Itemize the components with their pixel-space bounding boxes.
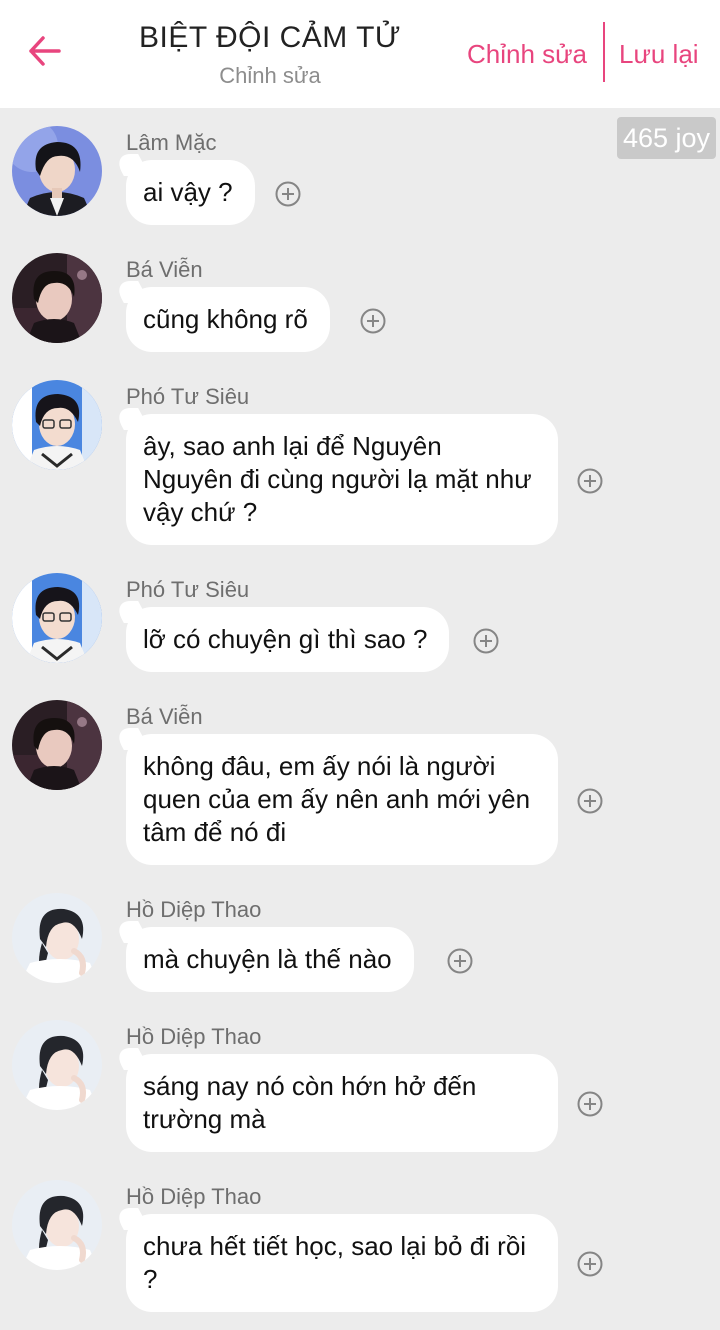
sender-name: Phó Tư Siêu xyxy=(126,577,250,602)
add-reaction-button[interactable] xyxy=(577,788,603,814)
avatar[interactable] xyxy=(12,126,102,216)
page-subtitle: Chỉnh sửa xyxy=(219,63,321,88)
message-item: Lâm Mặc ai vậy ? xyxy=(0,126,720,236)
message-bubble[interactable]: ây, sao anh lại để Nguyên Nguyên đi cùng… xyxy=(126,414,558,545)
add-reaction-button[interactable] xyxy=(447,948,473,974)
plus-circle-icon xyxy=(473,628,499,654)
message-bubble[interactable]: lỡ có chuyện gì thì sao ? xyxy=(126,607,450,672)
avatar[interactable] xyxy=(12,573,102,663)
add-reaction-button[interactable] xyxy=(360,308,386,334)
sender-name: Hồ Diệp Thao xyxy=(126,897,262,922)
sender-name: Hồ Diệp Thao xyxy=(126,1184,262,1209)
message-item: Hồ Diệp Thao sáng nay nó còn hớn hở đến … xyxy=(0,1020,720,1165)
back-button[interactable] xyxy=(22,30,68,76)
plus-circle-icon xyxy=(577,468,603,494)
add-reaction-button[interactable] xyxy=(577,1251,603,1277)
add-reaction-button[interactable] xyxy=(577,1091,603,1117)
add-reaction-button[interactable] xyxy=(473,628,499,654)
message-bubble[interactable]: cũng không rõ xyxy=(126,287,330,352)
sender-name: Phó Tư Siêu xyxy=(126,384,250,409)
edit-button[interactable]: Chỉnh sửa xyxy=(467,36,587,72)
avatar[interactable] xyxy=(12,893,102,983)
page-title: BIỆT ĐỘI CẢM TỬ xyxy=(138,21,402,54)
message-item: Hồ Diệp Thao mà chuyện là thế nào xyxy=(0,893,720,1003)
header-divider xyxy=(603,22,605,82)
sender-name: Lâm Mặc xyxy=(126,130,217,155)
add-reaction-button[interactable] xyxy=(577,468,603,494)
add-reaction-button[interactable] xyxy=(275,181,301,207)
arrow-left-icon xyxy=(27,33,63,74)
message-item: Phó Tư Siêu ây, sao anh lại để Nguyên Ng… xyxy=(0,380,720,560)
message-bubble[interactable]: sáng nay nó còn hớn hở đến trường mà xyxy=(126,1054,558,1152)
message-item: Hồ Diệp Thao chưa hết tiết học, sao lại … xyxy=(0,1180,720,1325)
avatar[interactable] xyxy=(12,700,102,790)
message-bubble[interactable]: chưa hết tiết học, sao lại bỏ đi rồi ? xyxy=(126,1214,558,1312)
title-block: BIỆT ĐỘI CẢM TỬ Chỉnh sửa xyxy=(100,18,440,92)
plus-circle-icon xyxy=(275,181,301,207)
plus-circle-icon xyxy=(360,308,386,334)
sender-name: Hồ Diệp Thao xyxy=(126,1024,262,1049)
plus-circle-icon xyxy=(447,948,473,974)
message-bubble[interactable]: mà chuyện là thế nào xyxy=(126,927,414,992)
avatar[interactable] xyxy=(12,253,102,343)
message-bubble[interactable]: không đâu, em ấy nói là người quen của e… xyxy=(126,734,558,865)
plus-circle-icon xyxy=(577,788,603,814)
avatar[interactable] xyxy=(12,1180,102,1270)
avatar[interactable] xyxy=(12,380,102,470)
message-item: Bá Viễn cũng không rõ xyxy=(0,253,720,363)
plus-circle-icon xyxy=(577,1251,603,1277)
message-item: Bá Viễn không đâu, em ấy nói là người qu… xyxy=(0,700,720,880)
plus-circle-icon xyxy=(577,1091,603,1117)
avatar[interactable] xyxy=(12,1020,102,1110)
message-bubble[interactable]: ai vậy ? xyxy=(126,160,255,225)
save-button[interactable]: Lưu lại xyxy=(619,36,699,72)
message-item: Phó Tư Siêu lỡ có chuyện gì thì sao ? xyxy=(0,573,720,683)
app-header: BIỆT ĐỘI CẢM TỬ Chỉnh sửa Chỉnh sửa Lưu … xyxy=(0,0,720,108)
